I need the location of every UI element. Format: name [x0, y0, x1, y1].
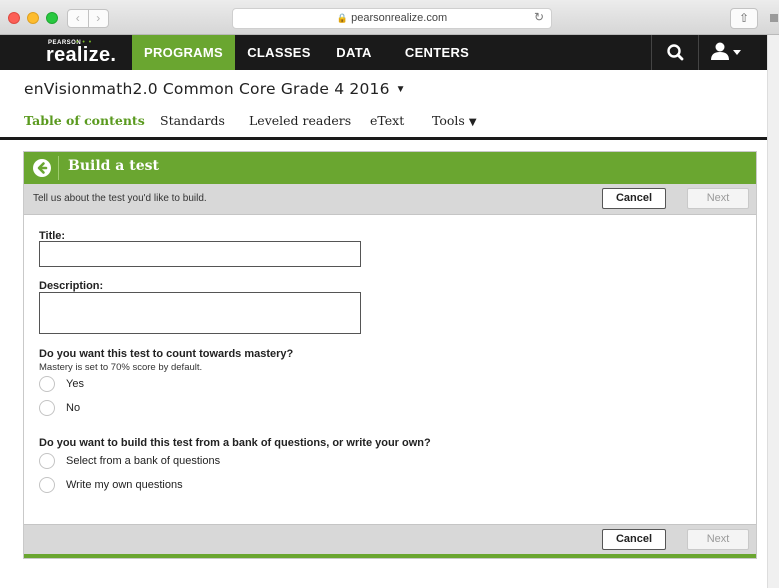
panel-subtitle: Tell us about the test you'd like to bui…	[33, 193, 207, 204]
cancel-button[interactable]: Cancel	[602, 188, 666, 209]
zoom-window-button[interactable]	[46, 12, 58, 24]
build-test-panel: Build a test Tell us about the test you'…	[23, 151, 757, 559]
header-divider	[58, 156, 59, 180]
panel-footer: Cancel Next	[24, 524, 756, 554]
nav-data[interactable]: DATA	[326, 35, 382, 70]
program-selector[interactable]: enVisionmath2.0 Common Core Grade 4 2016…	[24, 80, 406, 104]
panel-header: Build a test	[24, 152, 756, 184]
own-questions-radio[interactable]	[39, 477, 55, 493]
mastery-yes-label[interactable]: Yes	[66, 378, 84, 390]
tab-leveled-readers[interactable]: Leveled readers	[249, 113, 351, 128]
tab-standards[interactable]: Standards	[160, 113, 225, 128]
next-button[interactable]: Next	[687, 188, 749, 209]
lock-icon: 🔒	[336, 13, 349, 23]
address-bar[interactable]: 🔒 pearsonrealize.com	[232, 8, 552, 29]
tab-table-of-contents[interactable]: Table of contents	[24, 113, 145, 128]
nav-programs[interactable]: PROGRAMS	[132, 35, 235, 70]
nav-classes[interactable]: CLASSES	[240, 35, 318, 70]
footer-cancel-button[interactable]: Cancel	[602, 529, 666, 550]
chevron-down-icon: ▼	[468, 117, 477, 128]
description-input[interactable]	[39, 292, 361, 334]
reload-icon[interactable]: ↻	[534, 8, 544, 27]
own-questions-label[interactable]: Write my own questions	[66, 479, 183, 491]
tab-overview-icon[interactable]	[770, 14, 778, 22]
app-navbar: PEARSON • • • realize. PROGRAMS CLASSES …	[0, 35, 767, 70]
tab-etext[interactable]: eText	[370, 113, 404, 128]
browser-toolbar: ‹ › 🔒 pearsonrealize.com ↻ ⇧	[0, 0, 779, 35]
user-icon	[711, 42, 741, 60]
share-icon: ⇧	[738, 11, 750, 25]
search-icon	[667, 44, 684, 61]
chevron-down-icon: ▼	[395, 84, 406, 95]
tabs-divider	[0, 137, 767, 140]
minimize-window-button[interactable]	[27, 12, 39, 24]
forward-button[interactable]: ›	[89, 10, 109, 27]
back-button[interactable]	[33, 159, 51, 177]
close-window-button[interactable]	[8, 12, 20, 24]
bank-questions-radio[interactable]	[39, 453, 55, 469]
description-label: Description:	[39, 280, 104, 292]
tab-tools-label: Tools	[432, 113, 465, 128]
panel-toolbar: Tell us about the test you'd like to bui…	[24, 184, 756, 215]
panel-title: Build a test	[68, 158, 159, 174]
address-url: pearsonrealize.com	[351, 12, 448, 24]
user-menu-button[interactable]	[698, 35, 750, 70]
tab-tools[interactable]: Tools ▼	[432, 113, 477, 128]
back-button[interactable]: ‹	[68, 10, 89, 27]
bank-questions-label[interactable]: Select from a bank of questions	[66, 455, 220, 467]
share-button[interactable]: ⇧	[730, 8, 758, 29]
logo-realize-text: realize.	[46, 44, 117, 66]
source-question: Do you want to build this test from a ba…	[39, 437, 431, 449]
arrow-left-icon	[37, 162, 48, 174]
mastery-yes-radio[interactable]	[39, 376, 55, 392]
footer-accent-bar	[24, 554, 756, 558]
realize-logo[interactable]: PEARSON • • • realize.	[46, 37, 126, 68]
history-nav: ‹ ›	[67, 9, 109, 28]
nav-centers[interactable]: CENTERS	[392, 35, 482, 70]
mastery-no-radio[interactable]	[39, 400, 55, 416]
title-input[interactable]	[39, 241, 361, 267]
mastery-no-label[interactable]: No	[66, 402, 80, 414]
search-button[interactable]	[652, 35, 698, 70]
program-title: enVisionmath2.0 Common Core Grade 4 2016	[24, 80, 390, 98]
page-scrollbar[interactable]	[767, 35, 779, 588]
mastery-help: Mastery is set to 70% score by default.	[39, 362, 203, 373]
mastery-question: Do you want this test to count towards m…	[39, 348, 294, 360]
footer-next-button[interactable]: Next	[687, 529, 749, 550]
